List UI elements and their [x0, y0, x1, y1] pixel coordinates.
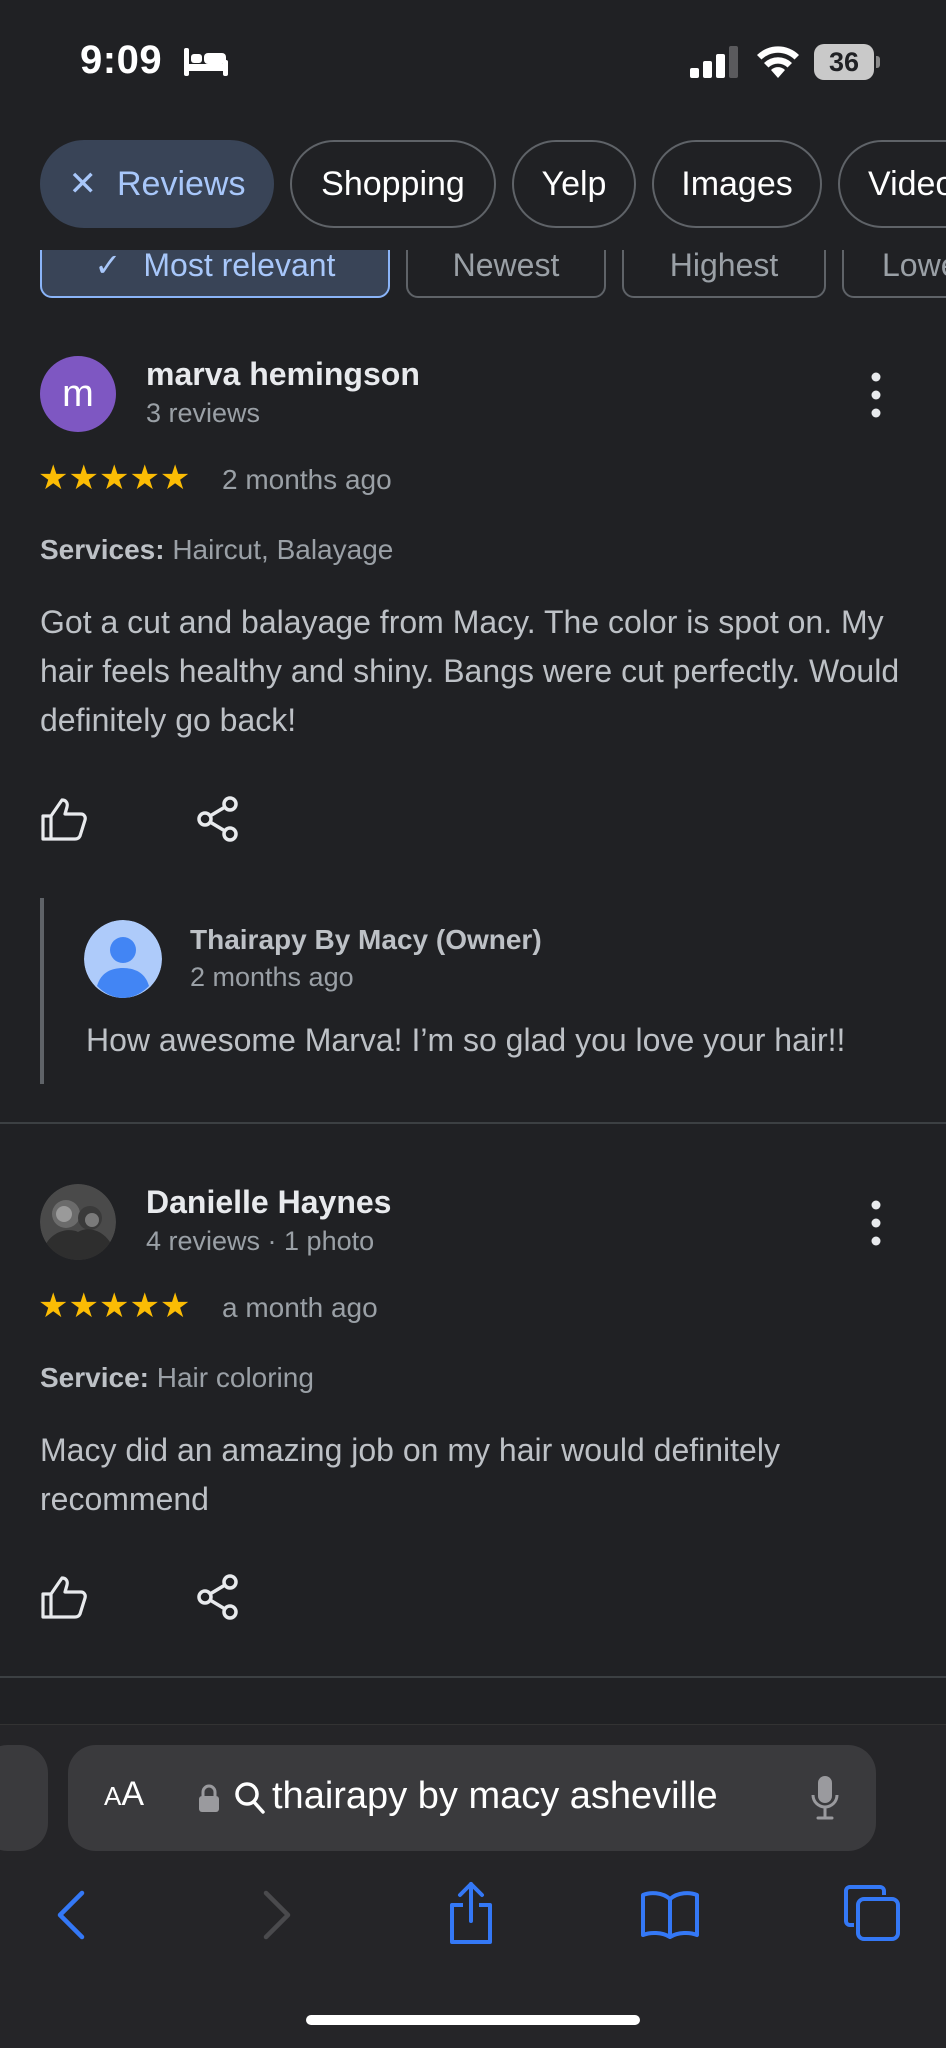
- search-icon: [235, 1782, 265, 1814]
- star-rating: ★★★★★: [38, 1287, 191, 1325]
- previous-tab-preview[interactable]: [0, 1745, 48, 1851]
- tab-videos[interactable]: Videos: [838, 140, 946, 228]
- page-settings-button[interactable]: AA: [104, 1775, 144, 1814]
- status-time: 9:09: [80, 38, 163, 82]
- checkmark-icon: ✓: [94, 247, 122, 283]
- thumbs-up-icon[interactable]: [40, 796, 88, 842]
- url-text[interactable]: thairapy by macy asheville: [272, 1775, 718, 1818]
- bookmarks-button[interactable]: [640, 1889, 700, 1939]
- divider: [0, 1122, 946, 1124]
- address-bar[interactable]: AA thairapy by macy asheville: [68, 1745, 876, 1851]
- owner-avatar: [84, 920, 162, 998]
- back-button[interactable]: [56, 1889, 86, 1941]
- services-line: Service: Hair coloring: [40, 1362, 314, 1393]
- owner-reply-date: 2 months ago: [190, 962, 354, 992]
- share-icon[interactable]: [196, 796, 240, 842]
- more-options-icon[interactable]: [864, 1200, 888, 1246]
- tabs-button[interactable]: [844, 1885, 900, 1941]
- owner-reply-text: How awesome Marva! I’m so glad you love …: [86, 1022, 846, 1058]
- review-date: a month ago: [222, 1292, 378, 1323]
- battery-indicator: 36: [814, 44, 880, 80]
- owner-name: Thairapy By Macy (Owner): [190, 924, 542, 955]
- divider: [0, 1676, 946, 1678]
- microphone-icon[interactable]: [810, 1775, 840, 1821]
- tab-yelp[interactable]: Yelp: [512, 140, 636, 228]
- review-date: 2 months ago: [222, 464, 392, 495]
- owner-reply: Thairapy By Macy (Owner) 2 months ago Ho…: [40, 898, 920, 1084]
- star-rating: ★★★★★: [38, 459, 191, 497]
- search-filter-tabs: ✕ Reviews Shopping Yelp Images Videos: [0, 120, 946, 250]
- status-bar: 9:09 36: [0, 0, 946, 120]
- reviewer-name[interactable]: Danielle Haynes: [146, 1184, 391, 1221]
- tab-reviews[interactable]: ✕ Reviews: [40, 140, 274, 228]
- avatar[interactable]: [40, 1184, 116, 1260]
- avatar[interactable]: m: [40, 356, 116, 432]
- sleep-focus-icon: [184, 48, 228, 76]
- forward-button[interactable]: [262, 1889, 292, 1941]
- lock-icon: [199, 1784, 219, 1812]
- reviewer-meta: 3 reviews: [146, 398, 261, 428]
- share-button[interactable]: [446, 1881, 496, 1945]
- wifi-icon: [757, 46, 799, 78]
- cellular-signal-icon: [690, 46, 738, 78]
- thumbs-up-icon[interactable]: [40, 1574, 88, 1620]
- close-icon[interactable]: ✕: [69, 164, 98, 204]
- review-text: Macy did an amazing job on my hair would…: [40, 1432, 780, 1517]
- browser-toolbar: AA thairapy by macy asheville: [0, 1724, 946, 2048]
- reviewer-meta: 4 reviews · 1 photo: [146, 1226, 375, 1256]
- home-indicator[interactable]: [306, 2015, 640, 2025]
- tab-images[interactable]: Images: [652, 140, 822, 228]
- review-text: Got a cut and balayage from Macy. The co…: [40, 604, 900, 738]
- tab-shopping[interactable]: Shopping: [290, 140, 496, 228]
- more-options-icon[interactable]: [864, 372, 888, 418]
- reviewer-name[interactable]: marva hemingson: [146, 356, 420, 393]
- services-line: Services: Haircut, Balayage: [40, 534, 394, 565]
- share-icon[interactable]: [196, 1574, 240, 1620]
- battery-level: 36: [828, 47, 860, 77]
